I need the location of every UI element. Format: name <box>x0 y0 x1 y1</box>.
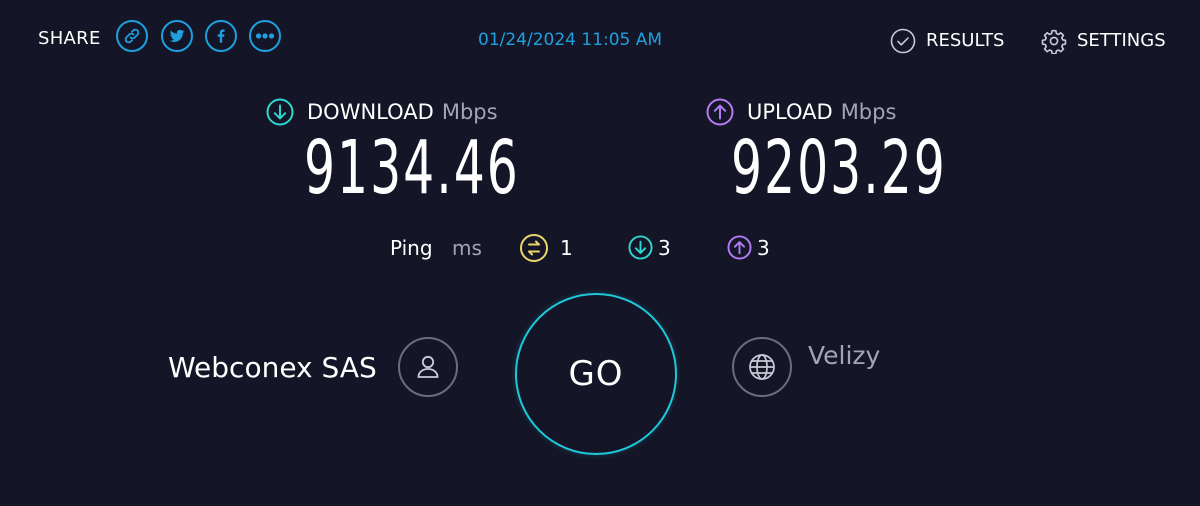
gear-icon <box>1041 29 1067 54</box>
ping-label: Ping <box>390 236 433 260</box>
share-twitter-button[interactable] <box>161 20 193 52</box>
server-button[interactable] <box>732 337 792 397</box>
share-facebook-button[interactable] <box>205 20 237 52</box>
share-more-button[interactable] <box>249 20 281 52</box>
facebook-icon <box>217 29 225 43</box>
check-circle-icon <box>890 28 916 54</box>
server-location[interactable]: Velizy <box>808 341 880 371</box>
ping-download-value: 3 <box>658 236 671 260</box>
ping-upload-value: 3 <box>757 236 770 260</box>
arrow-up-circle-icon <box>706 98 734 126</box>
upload-latency-icon <box>727 235 752 260</box>
results-link[interactable]: RESULTS <box>890 28 1004 54</box>
ping-unit: ms <box>452 236 482 260</box>
provider-button[interactable] <box>398 337 458 397</box>
more-icon <box>255 33 275 39</box>
provider-name[interactable]: Webconex SAS <box>168 352 377 384</box>
results-label: RESULTS <box>926 30 1005 51</box>
go-button[interactable]: GO <box>515 293 677 455</box>
ping-idle-value: 1 <box>560 236 573 260</box>
globe-icon <box>749 354 775 380</box>
link-icon <box>124 28 140 44</box>
upload-speed-value: 9203.29 <box>731 125 947 211</box>
download-latency-icon <box>628 235 653 260</box>
test-timestamp: 01/24/2024 11:05 AM <box>478 30 663 50</box>
download-speed-value: 9134.46 <box>304 125 520 211</box>
twitter-icon <box>169 29 185 43</box>
idle-latency-icon <box>520 234 548 262</box>
share-label: SHARE <box>38 28 101 49</box>
arrow-down-circle-icon <box>266 98 294 126</box>
user-icon <box>417 355 439 378</box>
share-link-button[interactable] <box>116 20 148 52</box>
settings-link[interactable]: SETTINGS <box>1041 28 1166 54</box>
settings-label: SETTINGS <box>1077 30 1166 51</box>
